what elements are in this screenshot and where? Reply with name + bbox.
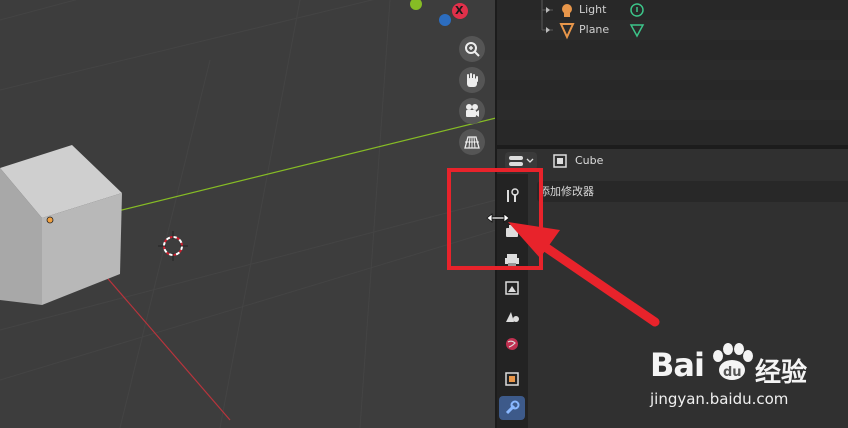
properties-header bbox=[497, 149, 848, 174]
zoom-icon bbox=[465, 42, 480, 57]
paw-logo-icon: du bbox=[713, 343, 753, 380]
viewport-grid bbox=[0, 0, 496, 428]
x-axis-gizmo-label[interactable]: X bbox=[455, 4, 463, 17]
outliner-item-light: Light bbox=[579, 3, 607, 16]
outliner-row-empty bbox=[497, 60, 848, 80]
tab-view-layer[interactable] bbox=[499, 276, 525, 300]
world-tab-icon bbox=[506, 338, 518, 350]
3d-viewport[interactable]: X bbox=[0, 0, 496, 428]
camera-view-button[interactable] bbox=[459, 98, 485, 124]
outliner-row-empty bbox=[497, 80, 848, 100]
object-icon bbox=[553, 154, 567, 168]
outliner-row[interactable]: Plane bbox=[497, 20, 848, 40]
outliner-row-empty bbox=[497, 100, 848, 120]
outliner-row-empty bbox=[497, 40, 848, 60]
light-bulb-icon bbox=[562, 4, 572, 17]
light-data-icon bbox=[630, 3, 644, 17]
camera-icon bbox=[466, 104, 479, 117]
add-modifier-button[interactable]: 添加修改器 bbox=[537, 181, 848, 202]
grid-perspective-icon bbox=[464, 136, 480, 149]
zoom-button[interactable] bbox=[459, 36, 485, 62]
modifier-tab-icon bbox=[505, 400, 520, 415]
outliner-row-empty bbox=[497, 120, 848, 145]
cube-object bbox=[0, 145, 122, 305]
pan-button[interactable] bbox=[459, 67, 485, 93]
cone-object-icon bbox=[559, 23, 575, 40]
outliner-panel: Light Plane bbox=[497, 0, 848, 145]
baidu-jingyan-watermark: Bai du 经验 jingyan.baidu.com bbox=[650, 338, 848, 428]
outliner-item-plane: Plane bbox=[579, 23, 610, 36]
cone-data-icon bbox=[629, 24, 645, 38]
svg-text:du: du bbox=[723, 365, 742, 380]
tab-world[interactable] bbox=[499, 332, 525, 356]
scene-tab-icon bbox=[506, 312, 519, 322]
hand-pan-icon bbox=[467, 73, 478, 87]
tab-object[interactable] bbox=[499, 367, 525, 391]
object-tab-icon bbox=[505, 372, 519, 386]
perspective-toggle-button[interactable] bbox=[459, 129, 485, 155]
outliner-row[interactable]: Light bbox=[497, 0, 848, 20]
3d-cursor-icon bbox=[158, 231, 188, 261]
view-layer-tab-icon bbox=[505, 281, 519, 295]
tab-modifier[interactable] bbox=[499, 396, 525, 420]
watermark-jingyan: 经验 bbox=[755, 358, 808, 388]
tab-scene[interactable] bbox=[499, 304, 525, 328]
watermark-url: jingyan.baidu.com bbox=[650, 390, 789, 408]
watermark-brand: Bai bbox=[650, 346, 705, 384]
object-name-label: Cube bbox=[575, 154, 604, 167]
highlight-box bbox=[447, 168, 543, 270]
